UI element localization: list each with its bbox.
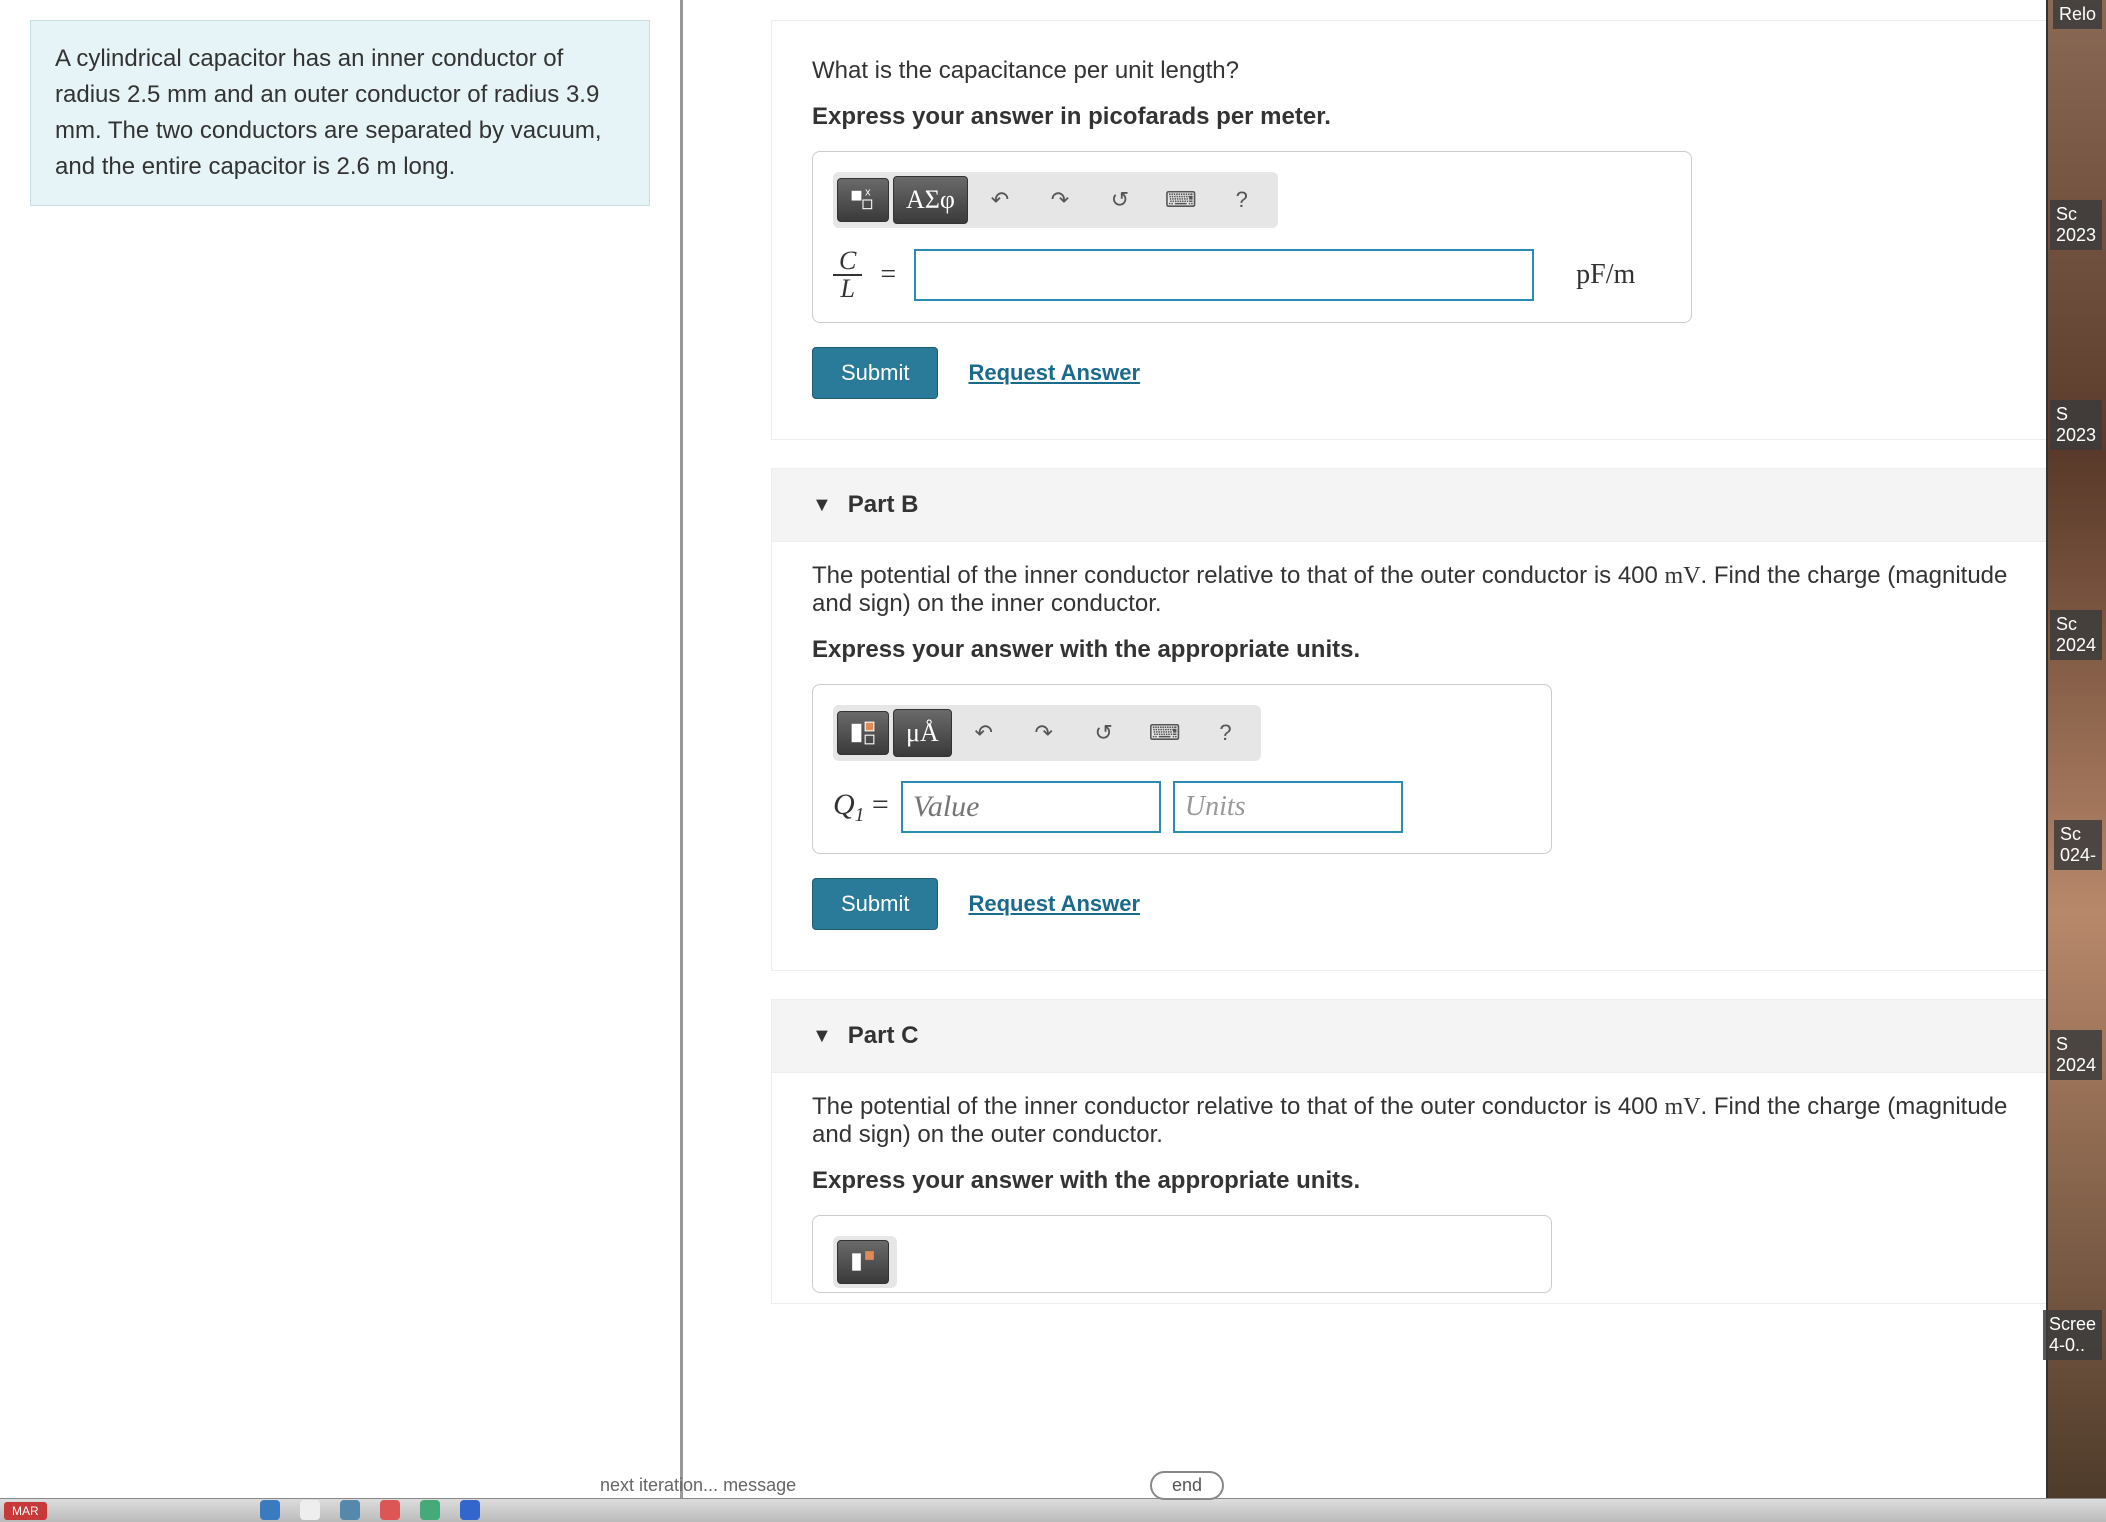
side-item[interactable]: S2024 xyxy=(2050,1030,2102,1080)
part-c-title: Part C xyxy=(848,1022,919,1050)
part-c-instruction: Express your answer with the appropriate… xyxy=(812,1167,2035,1195)
undo-button[interactable]: ↶ xyxy=(956,711,1012,755)
q1-label: Q1 = xyxy=(833,788,889,827)
part-b-submit-button[interactable]: Submit xyxy=(812,878,938,930)
part-c-answer-box xyxy=(812,1215,1552,1293)
help-button[interactable]: ? xyxy=(1197,711,1253,755)
side-item[interactable]: Sc2023 xyxy=(2050,200,2102,250)
part-b-content: The potential of the inner conductor rel… xyxy=(771,542,2076,971)
part-a-answer-input[interactable] xyxy=(914,249,1534,301)
undo-button[interactable]: ↶ xyxy=(972,178,1028,222)
template-icon xyxy=(850,1249,876,1275)
part-b-units-input[interactable]: Units xyxy=(1173,781,1403,833)
units-button[interactable]: μÅ xyxy=(893,709,952,757)
dock-app-icon[interactable] xyxy=(420,1500,440,1520)
chevron-down-icon: ▼ xyxy=(812,1025,832,1048)
dock-app-icon[interactable] xyxy=(260,1500,280,1520)
part-c-header[interactable]: ▼ Part C xyxy=(771,999,2076,1073)
answer-panel: What is the capacitance per unit length?… xyxy=(683,0,2106,1522)
template-icon: x xyxy=(850,187,876,213)
capacitance-per-length-label: C L xyxy=(833,248,862,302)
part-c-content: The potential of the inner conductor rel… xyxy=(771,1073,2076,1304)
keyboard-button[interactable]: ⌨ xyxy=(1136,711,1194,755)
keyboard-icon: ⌨ xyxy=(1149,720,1181,746)
part-b-instruction: Express your answer with the appropriate… xyxy=(812,636,2035,664)
problem-statement: A cylindrical capacitor has an inner con… xyxy=(30,20,650,206)
part-a-request-answer-link[interactable]: Request Answer xyxy=(968,360,1140,386)
side-item[interactable]: Sc024- xyxy=(2054,820,2102,870)
desktop-sidebar: Relo Sc2023 S2023 Sc2024 Sc024- S2024 Sc… xyxy=(2046,0,2106,1522)
symbols-button[interactable]: ΑΣφ xyxy=(893,176,968,224)
part-a-unit-label: pF/m xyxy=(1576,259,1635,291)
part-a-submit-button[interactable]: Submit xyxy=(812,347,938,399)
reset-icon: ↺ xyxy=(1105,187,1135,213)
side-item[interactable]: S2023 xyxy=(2050,400,2102,450)
part-a-answer-box: x ΑΣφ ↶ ↷ ↺ ⌨ ? C L = pF/m xyxy=(812,151,1692,323)
template-icon xyxy=(850,720,876,746)
part-b-request-answer-link[interactable]: Request Answer xyxy=(968,891,1140,917)
templates-button[interactable] xyxy=(837,711,889,755)
reset-icon: ↺ xyxy=(1089,720,1119,746)
part-a-instruction: Express your answer in picofarads per me… xyxy=(812,103,2035,131)
undo-icon: ↶ xyxy=(985,187,1015,213)
undo-icon: ↶ xyxy=(969,720,999,746)
keyboard-button[interactable]: ⌨ xyxy=(1152,178,1210,222)
part-b-toolbar: μÅ ↶ ↷ ↺ ⌨ ? xyxy=(833,705,1261,761)
chevron-down-icon: ▼ xyxy=(812,494,832,517)
side-item[interactable]: Relo xyxy=(2053,0,2102,29)
side-item[interactable]: Scree4-0.. xyxy=(2043,1310,2102,1360)
part-a-question: What is the capacitance per unit length? xyxy=(812,57,2035,85)
part-b-title: Part B xyxy=(848,491,919,519)
reset-button[interactable]: ↺ xyxy=(1076,711,1132,755)
dock-icons xyxy=(260,1500,480,1520)
end-pill[interactable]: end xyxy=(1150,1471,1224,1500)
side-item[interactable]: Sc2024 xyxy=(2050,610,2102,660)
dock-app-icon[interactable] xyxy=(340,1500,360,1520)
part-b-question: The potential of the inner conductor rel… xyxy=(812,562,2035,618)
equals-sign: = xyxy=(880,259,896,291)
dock-app-icon[interactable] xyxy=(380,1500,400,1520)
templates-button[interactable]: x xyxy=(837,178,889,222)
dock-app-icon[interactable] xyxy=(460,1500,480,1520)
templates-button[interactable] xyxy=(837,1240,889,1284)
part-c-toolbar xyxy=(833,1236,897,1288)
part-c-question: The potential of the inner conductor rel… xyxy=(812,1093,2035,1149)
part-b-value-input[interactable] xyxy=(901,781,1161,833)
help-icon: ? xyxy=(1210,720,1240,746)
redo-icon: ↷ xyxy=(1029,720,1059,746)
redo-button[interactable]: ↷ xyxy=(1016,711,1072,755)
part-a-content: What is the capacitance per unit length?… xyxy=(771,20,2076,440)
redo-icon: ↷ xyxy=(1045,187,1075,213)
svg-text:x: x xyxy=(865,187,871,199)
help-icon: ? xyxy=(1227,187,1257,213)
part-a-toolbar: x ΑΣφ ↶ ↷ ↺ ⌨ ? xyxy=(833,172,1278,228)
part-b-answer-box: μÅ ↶ ↷ ↺ ⌨ ? Q1 = Units xyxy=(812,684,1552,854)
help-button[interactable]: ? xyxy=(1214,178,1270,222)
redo-button[interactable]: ↷ xyxy=(1032,178,1088,222)
part-b-header[interactable]: ▼ Part B xyxy=(771,468,2076,542)
units-icon: μÅ xyxy=(906,718,939,748)
reset-button[interactable]: ↺ xyxy=(1092,178,1148,222)
keyboard-icon: ⌨ xyxy=(1165,187,1197,213)
next-iteration-label: next iteration... message xyxy=(600,1475,796,1496)
greek-icon: ΑΣφ xyxy=(906,185,955,215)
calendar-badge[interactable]: MAR xyxy=(4,1502,47,1520)
dock-app-icon[interactable] xyxy=(300,1500,320,1520)
